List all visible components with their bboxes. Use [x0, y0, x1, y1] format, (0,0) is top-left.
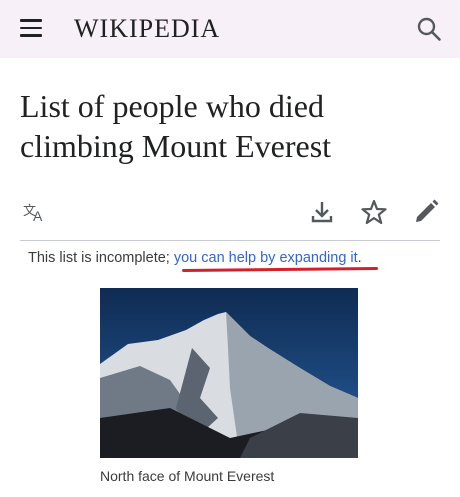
edit-pencil-icon[interactable]	[412, 198, 440, 226]
svg-text:A: A	[33, 208, 43, 224]
toolbar-divider	[20, 240, 440, 241]
top-bar: WIKIPEDIA	[0, 0, 460, 58]
page-actions-toolbar: 文 A	[0, 196, 460, 232]
incomplete-list-hatnote: This list is incomplete; you can help by…	[28, 250, 448, 266]
image-caption: North face of Mount Everest	[100, 468, 275, 484]
red-annotation-underline	[181, 266, 379, 273]
hamburger-menu-icon[interactable]	[20, 19, 42, 37]
star-icon[interactable]	[360, 198, 388, 226]
hatnote-suffix: .	[357, 250, 362, 266]
mount-everest-image[interactable]	[100, 288, 358, 458]
search-icon[interactable]	[416, 16, 442, 42]
hatnote-prefix: This list is incomplete;	[28, 250, 174, 266]
expand-list-link[interactable]: you can help by expanding it	[174, 250, 358, 266]
wikipedia-wordmark[interactable]: WIKIPEDIA	[74, 14, 220, 44]
download-icon[interactable]	[308, 198, 336, 226]
language-icon[interactable]: 文 A	[20, 198, 48, 226]
page-title: List of people who died climbing Mount E…	[20, 88, 332, 164]
